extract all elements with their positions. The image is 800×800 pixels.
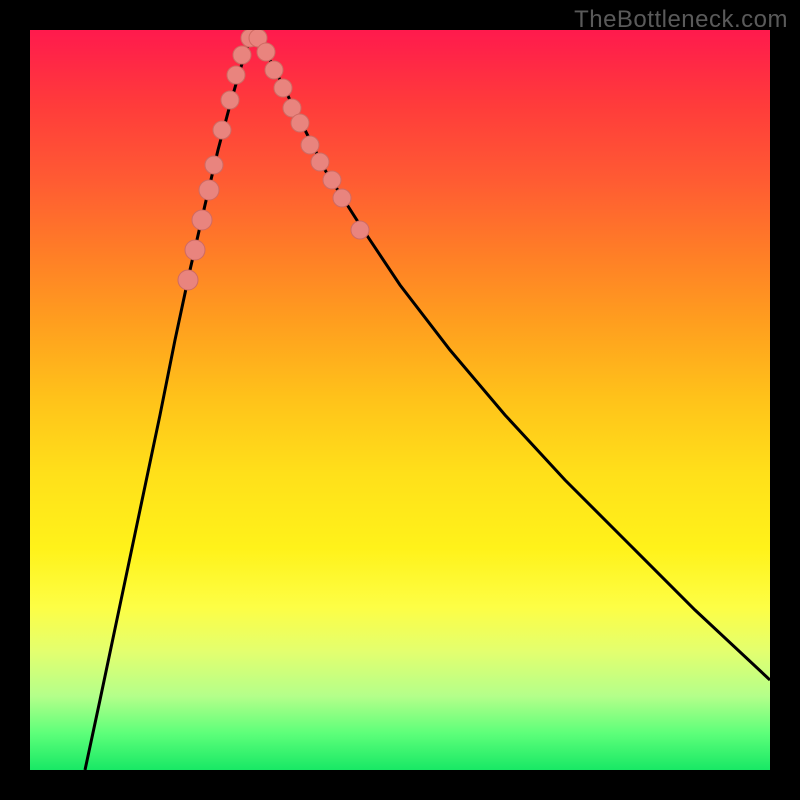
curve-marker (333, 189, 351, 207)
curve-marker (257, 43, 275, 61)
curve-marker (213, 121, 231, 139)
watermark-text: TheBottleneck.com (574, 6, 788, 34)
curve-marker (192, 210, 212, 230)
curve-marker (178, 270, 198, 290)
curve-marker (205, 156, 223, 174)
curve-marker (311, 153, 329, 171)
curve-marker (227, 66, 245, 84)
curve-marker (351, 221, 369, 239)
curve-markers (178, 30, 369, 290)
curve-marker (185, 240, 205, 260)
curve-marker (199, 180, 219, 200)
curve-marker (274, 79, 292, 97)
curve-marker (323, 171, 341, 189)
curve-marker (291, 114, 309, 132)
curve-right-branch (254, 30, 770, 680)
curve-marker (265, 61, 283, 79)
curve-marker (233, 46, 251, 64)
curve-overlay (30, 30, 770, 770)
chart-stage: TheBottleneck.com (0, 0, 800, 800)
curve-marker (221, 91, 239, 109)
curve-marker (301, 136, 319, 154)
curve-left-branch (85, 30, 254, 770)
